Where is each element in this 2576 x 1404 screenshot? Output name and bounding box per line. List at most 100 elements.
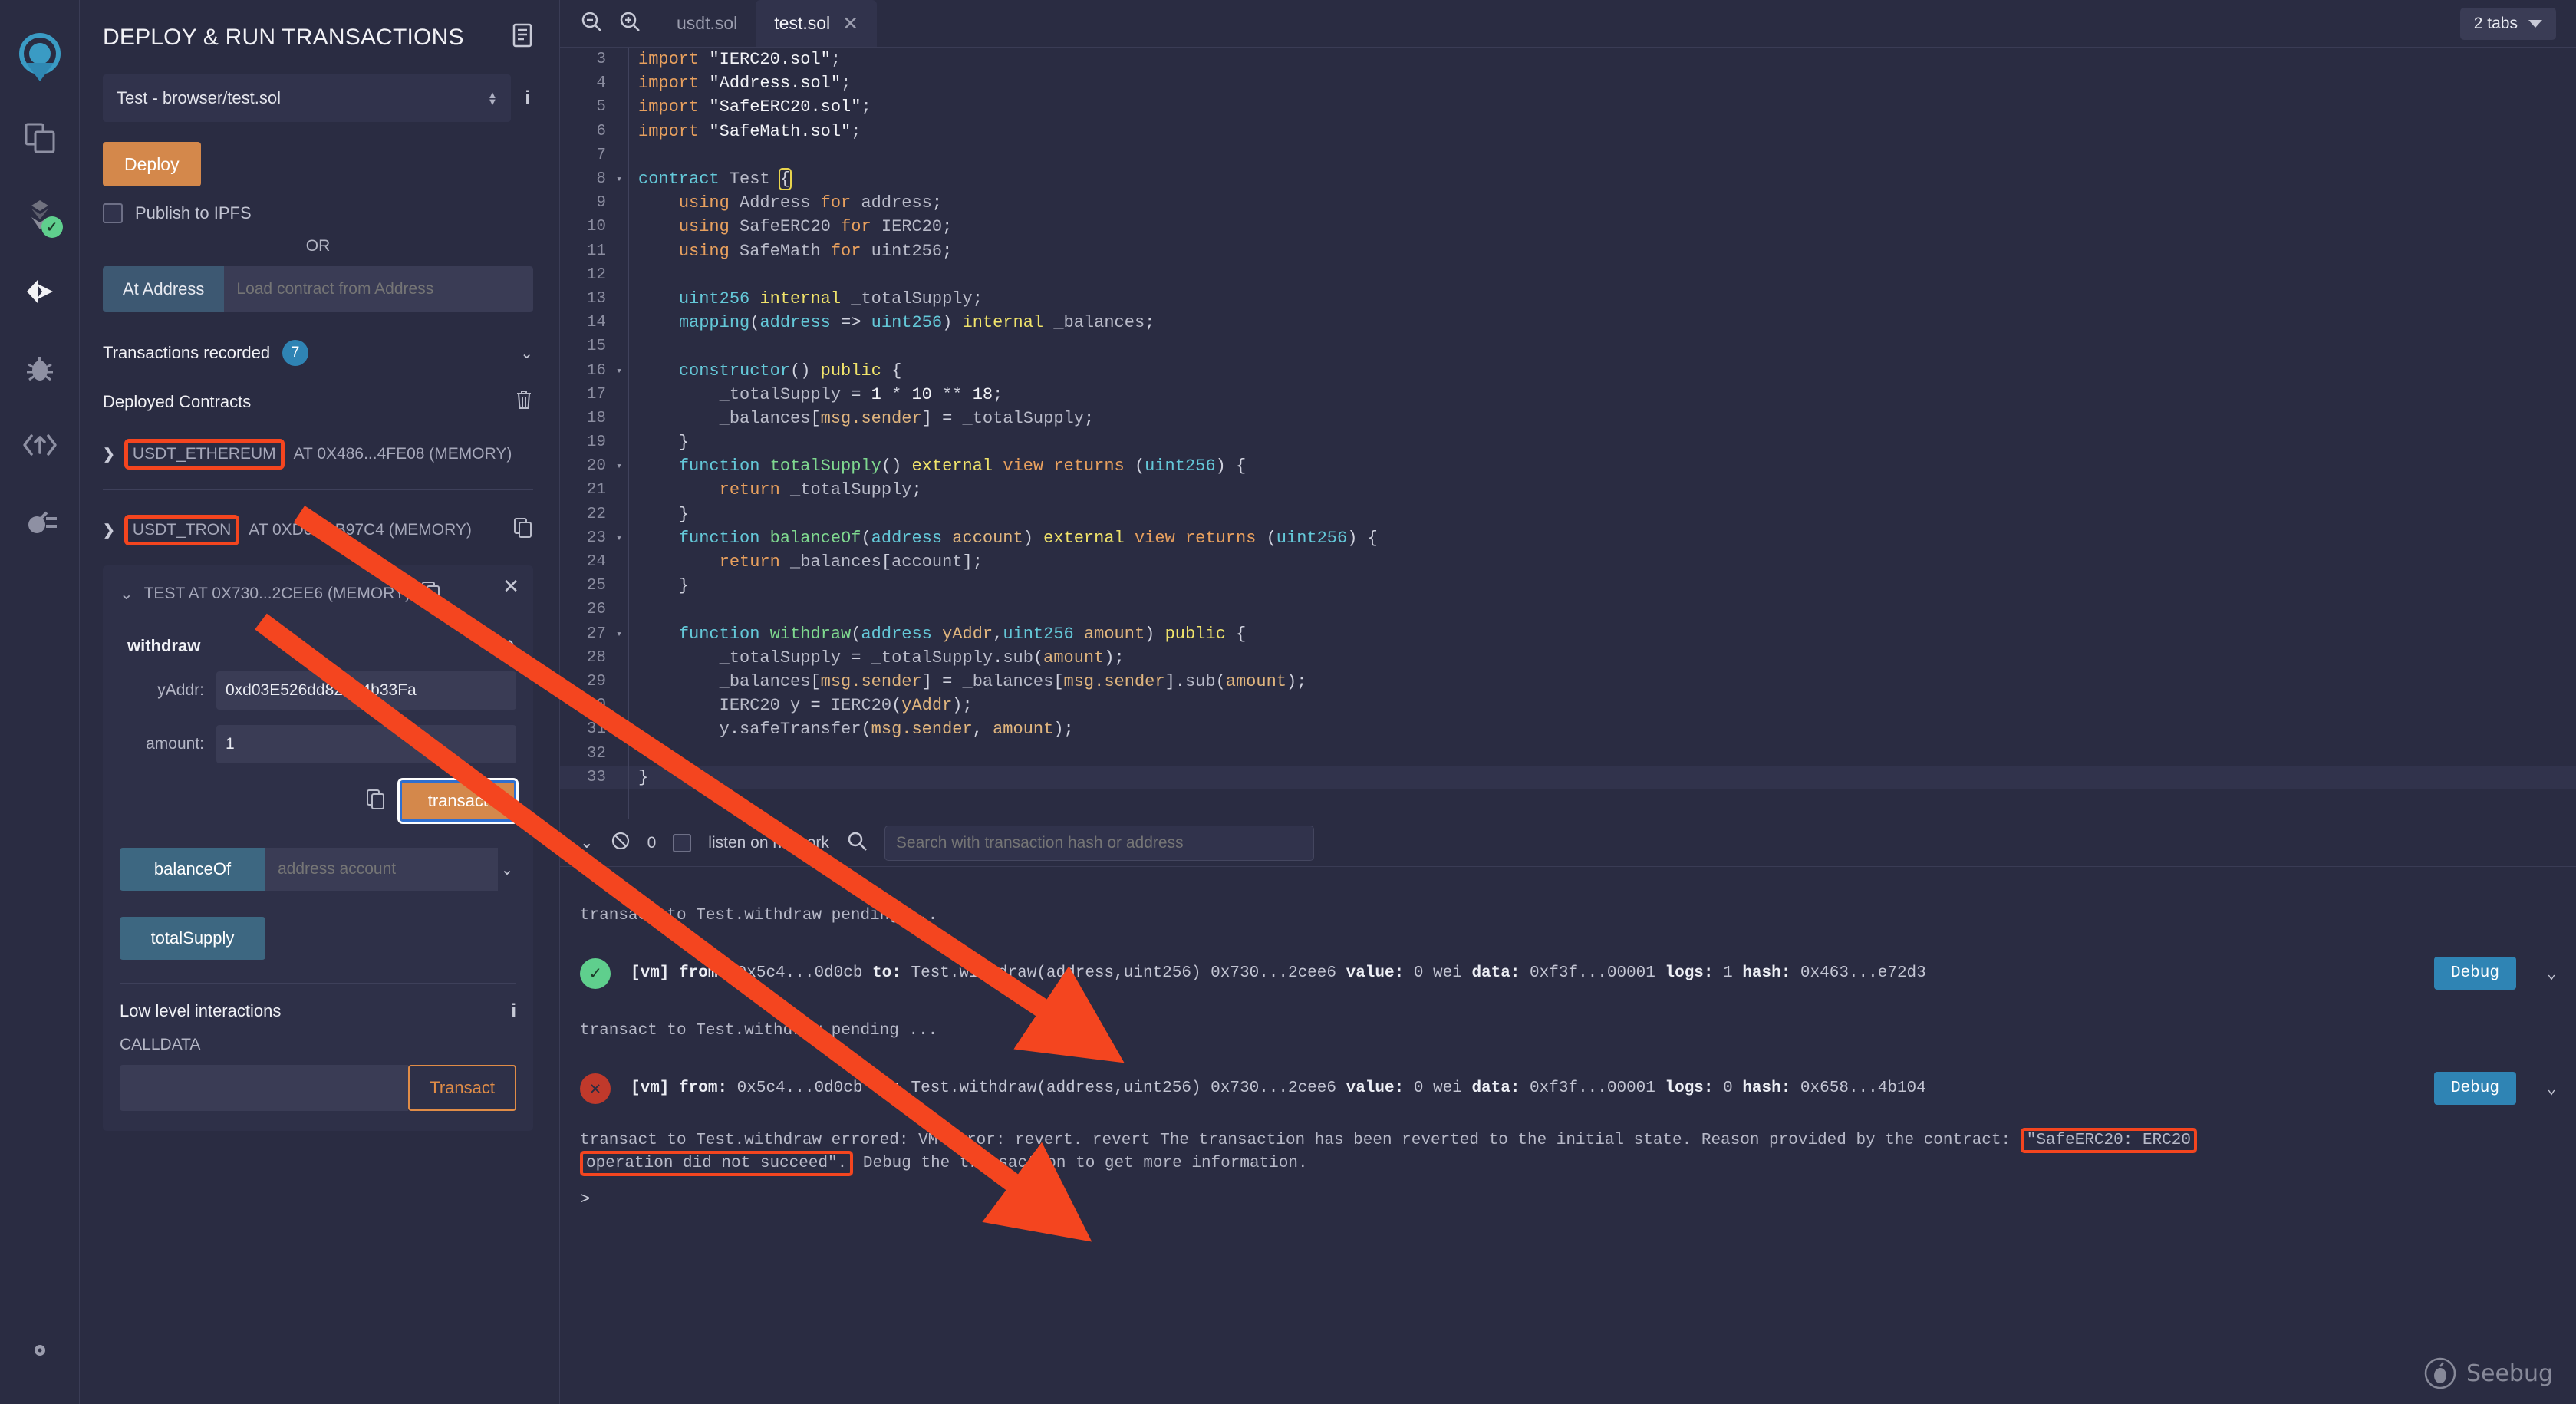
code-line-27[interactable]: 27▾ function withdraw(address yAddr,uint… — [560, 622, 2576, 646]
line-number: 27 — [560, 625, 611, 643]
instance-header[interactable]: ⌄ TEST AT 0X730...2CEE6 (MEMORY) — [120, 581, 516, 607]
code-line-20[interactable]: 20▾ function totalSupply() external view… — [560, 454, 2576, 478]
terminal-collapse-icon[interactable]: ⌄ — [580, 833, 594, 852]
at-address-button[interactable]: At Address — [103, 266, 224, 312]
code-line-21[interactable]: 21 return _totalSupply; — [560, 478, 2576, 502]
clear-contracts-icon[interactable] — [515, 389, 533, 414]
code-line-7[interactable]: 7 — [560, 143, 2576, 167]
tab-test-sol[interactable]: test.sol ✕ — [756, 0, 877, 47]
close-instance-icon[interactable]: ✕ — [502, 575, 519, 598]
code-line-23[interactable]: 23▾ function balanceOf(address account) … — [560, 526, 2576, 550]
code-line-3[interactable]: 3import "IERC20.sol"; — [560, 48, 2576, 71]
calldata-input[interactable] — [120, 1065, 408, 1111]
code-editor[interactable]: 3import "IERC20.sol";4import "Address.so… — [560, 48, 2576, 819]
code-line-13[interactable]: 13 uint256 internal _totalSupply; — [560, 287, 2576, 311]
line-content: function withdraw(address yAddr,uint256 … — [628, 625, 1246, 644]
deployed-contract-item-0[interactable]: ❯ USDT_ETHEREUM AT 0X486...4FE08 (MEMORY… — [103, 439, 533, 470]
code-line-17[interactable]: 17 _totalSupply = 1 * 10 ** 18; — [560, 383, 2576, 407]
fold-toggle-icon[interactable]: ▾ — [611, 173, 628, 185]
contract-select[interactable]: Test - browser/test.sol ▲▼ — [103, 74, 511, 122]
analysis-icon[interactable] — [15, 420, 64, 470]
code-line-5[interactable]: 5import "SafeERC20.sol"; — [560, 95, 2576, 119]
fold-toggle-icon[interactable]: ▾ — [611, 532, 628, 544]
line-number: 16 — [560, 362, 611, 380]
solidity-compiler-icon[interactable]: ✓ — [15, 190, 64, 239]
terminal-search-input[interactable] — [884, 826, 1314, 861]
chevron-up-icon[interactable]: ⌃ — [503, 637, 516, 656]
code-line-6[interactable]: 6import "SafeMath.sol"; — [560, 120, 2576, 143]
debug-button[interactable]: Debug — [2434, 1072, 2516, 1105]
code-line-31[interactable]: 31 y.safeTransfer(msg.sender, amount); — [560, 717, 2576, 741]
deploy-button[interactable]: Deploy — [103, 142, 201, 186]
debugger-icon[interactable] — [15, 344, 64, 393]
tabs-count-dropdown[interactable]: 2 tabs — [2460, 8, 2556, 40]
publish-ipfs-row[interactable]: Publish to IPFS — [103, 203, 533, 223]
code-line-9[interactable]: 9 using Address for address; — [560, 191, 2576, 215]
search-icon[interactable] — [846, 830, 868, 856]
totalsupply-button[interactable]: totalSupply — [120, 917, 265, 960]
code-line-24[interactable]: 24 return _balances[account]; — [560, 550, 2576, 574]
code-line-18[interactable]: 18 _balances[msg.sender] = _totalSupply; — [560, 407, 2576, 430]
code-line-19[interactable]: 19 } — [560, 430, 2576, 454]
copy-instance-address-icon[interactable] — [421, 581, 441, 607]
gear-icon[interactable] — [15, 1326, 64, 1375]
log-transaction-success[interactable]: ✓ [vm] from: 0x5c4...0d0cb to: Test.with… — [560, 941, 2576, 1005]
at-address-input[interactable] — [224, 266, 533, 312]
close-tab-icon[interactable]: ✕ — [842, 12, 858, 35]
panel-docs-icon[interactable] — [512, 23, 533, 51]
terminal-clear-icon[interactable] — [611, 831, 631, 855]
code-line-16[interactable]: 16▾ constructor() public { — [560, 358, 2576, 382]
code-line-10[interactable]: 10 using SafeERC20 for IERC20; — [560, 215, 2576, 239]
code-line-11[interactable]: 11 using SafeMath for uint256; — [560, 239, 2576, 263]
remix-logo-icon[interactable] — [12, 31, 68, 86]
copy-address-icon-1[interactable] — [513, 517, 533, 543]
arg-input-amount[interactable] — [216, 725, 516, 763]
fold-toggle-icon[interactable]: ▾ — [611, 460, 628, 472]
zoom-in-icon[interactable] — [618, 10, 641, 37]
publish-ipfs-checkbox[interactable] — [103, 203, 123, 223]
transactions-recorded-row[interactable]: Transactions recorded 7 ⌄ — [103, 340, 533, 366]
code-line-26[interactable]: 26 — [560, 598, 2576, 621]
file-explorer-icon[interactable] — [15, 114, 64, 163]
code-line-8[interactable]: 8▾contract Test { — [560, 167, 2576, 191]
low-level-info-icon[interactable]: i — [511, 1000, 516, 1022]
code-line-25[interactable]: 25 } — [560, 574, 2576, 598]
terminal-prompt[interactable]: > — [560, 1176, 2576, 1223]
debug-button[interactable]: Debug — [2434, 957, 2516, 990]
code-line-12[interactable]: 12 — [560, 263, 2576, 287]
arg-input-yaddr[interactable] — [216, 671, 516, 710]
deployed-contract-item-1[interactable]: ❯ USDT_TRON AT 0XD03...B97C4 (MEMORY) — [103, 515, 533, 545]
tab-usdt-sol[interactable]: usdt.sol — [658, 0, 756, 47]
code-line-22[interactable]: 22 } — [560, 503, 2576, 526]
listen-on-network-checkbox[interactable] — [673, 834, 691, 852]
zoom-out-icon[interactable] — [580, 10, 603, 37]
balanceof-button[interactable]: balanceOf — [120, 848, 265, 891]
fold-toggle-icon[interactable]: ▾ — [611, 628, 628, 640]
log-transaction-error[interactable]: ✕ [vm] from: 0x5c4...0d0cb to: Test.with… — [560, 1056, 2576, 1120]
chevron-down-icon[interactable]: ⌄ — [2536, 1079, 2556, 1099]
chevron-down-icon[interactable]: ⌄ — [2536, 964, 2556, 984]
chevron-down-icon[interactable]: ⌄ — [498, 848, 516, 891]
code-line-33[interactable]: 33} — [560, 766, 2576, 789]
editor-gutter-line — [628, 48, 629, 819]
copy-calldata-icon[interactable] — [366, 789, 386, 814]
fold-toggle-icon[interactable]: ▾ — [611, 365, 628, 377]
code-line-4[interactable]: 4import "Address.sol"; — [560, 71, 2576, 95]
code-line-29[interactable]: 29 _balances[msg.sender] = _balances[msg… — [560, 670, 2576, 694]
code-line-14[interactable]: 14 mapping(address => uint256) internal … — [560, 311, 2576, 335]
chevron-right-icon[interactable]: ❯ — [103, 522, 115, 539]
error-icon: ✕ — [580, 1073, 611, 1104]
transact-button[interactable]: transact — [400, 780, 516, 822]
deploy-run-icon[interactable] — [15, 267, 64, 316]
code-line-15[interactable]: 15 — [560, 335, 2576, 358]
balanceof-input[interactable] — [265, 848, 498, 891]
calldata-transact-button[interactable]: Transact — [408, 1065, 516, 1111]
contract-info-icon[interactable]: i — [522, 87, 533, 109]
chevron-down-icon[interactable]: ⌄ — [120, 585, 133, 604]
code-line-32[interactable]: 32 — [560, 741, 2576, 765]
code-line-30[interactable]: 30 IERC20 y = IERC20(yAddr); — [560, 694, 2576, 717]
chevron-right-icon[interactable]: ❯ — [103, 446, 115, 463]
plugin-manager-icon[interactable] — [15, 497, 64, 546]
chevron-down-icon[interactable]: ⌄ — [520, 344, 533, 363]
code-line-28[interactable]: 28 _totalSupply = _totalSupply.sub(amoun… — [560, 646, 2576, 670]
